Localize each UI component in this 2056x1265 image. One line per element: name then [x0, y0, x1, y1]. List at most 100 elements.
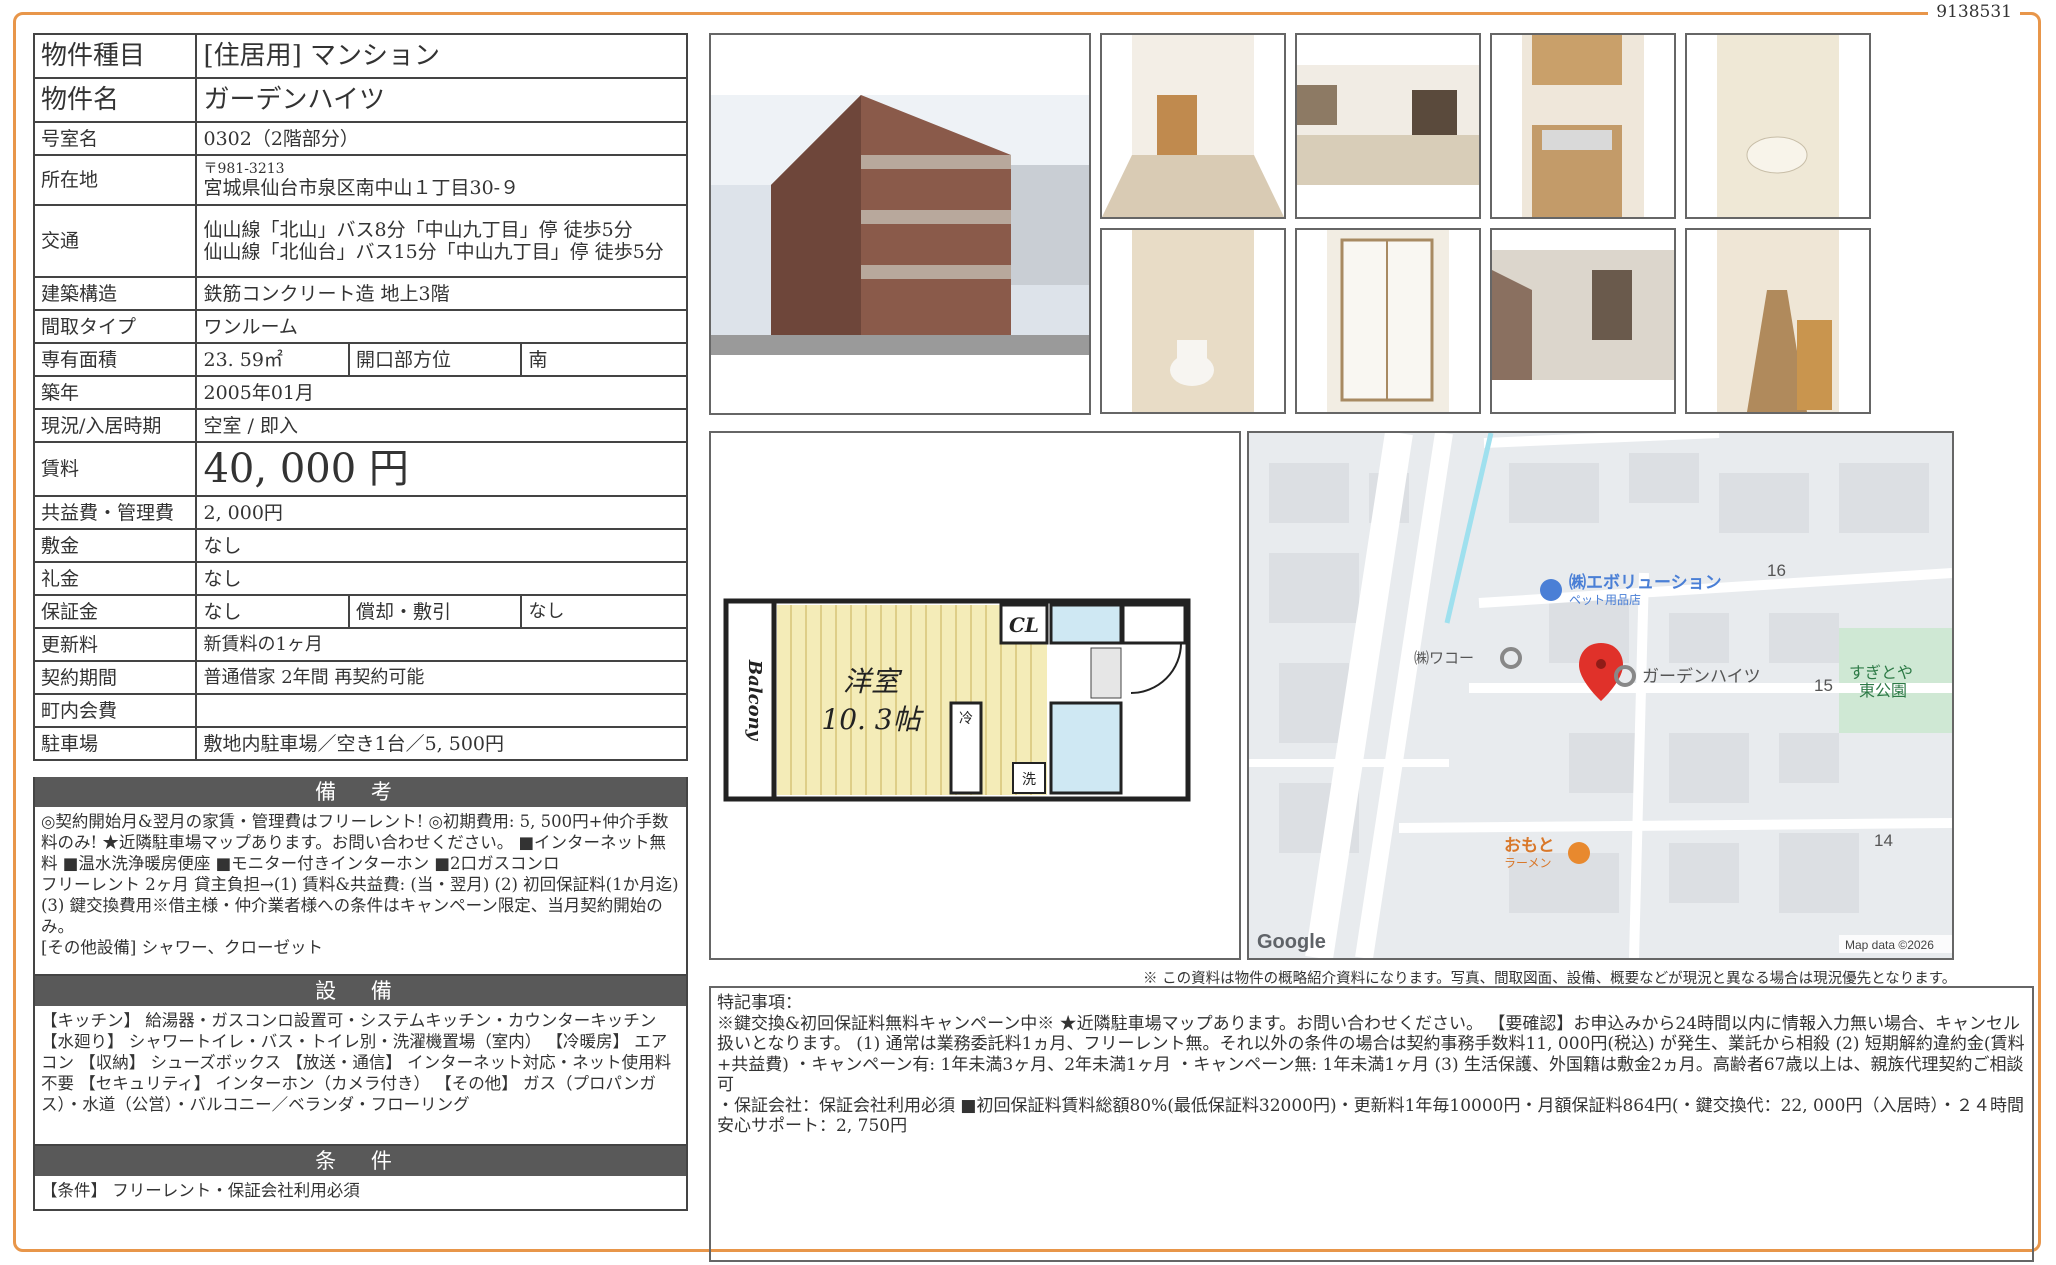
interior-photo-cabinet — [1295, 228, 1481, 414]
guarantee-value: なし — [195, 594, 350, 629]
structure-label: 建築構造 — [32, 276, 198, 311]
interior-photo-bathroom — [1685, 33, 1871, 219]
map-park-name-2: 東公園 — [1859, 682, 1907, 700]
area-label: 専有面積 — [32, 342, 198, 377]
closet-label: CL — [1009, 613, 1039, 637]
map-block-14: 14 — [1874, 831, 1893, 850]
map-block-16: 16 — [1767, 561, 1786, 580]
kitchen-image — [1522, 35, 1644, 217]
remarks-title: 備 考 — [35, 777, 686, 807]
direction-value: 南 — [520, 342, 688, 377]
window-room-image — [1297, 65, 1479, 185]
interior-photo-hallway — [1685, 228, 1871, 414]
special-notes-heading: 特記事項： — [717, 993, 802, 1013]
hallway-image — [1717, 230, 1839, 412]
deposit-label: 敷金 — [32, 528, 198, 563]
address-value: 宮城県仙台市泉区南中山１丁目30-９ — [203, 176, 520, 199]
special-notes-line-1: ※鍵交換&初回保証料無料キャンペーン中※ ★近隣駐車場マップあります。お問い合わ… — [717, 1013, 2025, 1096]
guarantee-label: 保証金 — [32, 594, 198, 629]
map-poi-evolution: ㈱エボリューション — [1569, 572, 1722, 592]
area-value: 23. 59㎡ — [195, 342, 350, 377]
built-value: 2005年01月 — [195, 375, 688, 410]
building-exterior-image — [711, 95, 1089, 355]
map-drawing: ㈱エボリューション ペット用品店 ㈱ワコー ガーデンハイツ おもと ラーメン す… — [1249, 433, 1952, 958]
interior-photo-balcony — [1490, 228, 1676, 414]
interior-photo-kitchen — [1490, 33, 1676, 219]
status-value: 空室 / 即入 — [195, 408, 688, 443]
map-block-15: 15 — [1814, 676, 1833, 695]
rent-label: 賃料 — [32, 441, 198, 497]
amortization-label: 償却・敷引 — [347, 594, 523, 629]
map-poi-garden-heights: ガーデンハイツ — [1642, 666, 1761, 686]
map-poi-omoto-sub: ラーメン — [1504, 856, 1552, 870]
property-spec-table: 物件種目 [住居用] マンション 物件名 ガーデンハイツ 号室名 0302（2階… — [32, 33, 688, 761]
zip-code: 〒981-3213 — [203, 160, 285, 177]
remarks-panel: 備 考 ◎契約開始月&翌月の家賃・管理費はフリーレント! ◎初期費用: 5, 5… — [33, 777, 688, 976]
fridge-label: 冷 — [959, 711, 973, 727]
name-value: ガーデンハイツ — [195, 77, 688, 123]
room-value: 0302（2階部分） — [195, 121, 688, 156]
interior-photo-room — [1100, 33, 1286, 219]
map-poi-evolution-sub: ペット用品店 — [1569, 593, 1641, 607]
bathroom-image — [1717, 35, 1839, 217]
layout-value: ワンルーム — [195, 309, 688, 344]
room-size: 10. 3帖 — [821, 703, 924, 736]
room-label: 号室名 — [32, 121, 198, 156]
renewal-label: 更新料 — [32, 627, 198, 662]
map-attribution: Map data ©2026 — [1845, 938, 1934, 952]
address-label: 所在地 — [32, 154, 198, 206]
transit-line-2: 仙山線「北仙台」バス15分「中山九丁目」停 徒歩5分 — [203, 241, 664, 263]
google-logo: Google — [1257, 931, 1326, 953]
contract-label: 契約期間 — [32, 660, 198, 695]
equipment-body: 【キッチン】 給湯器・ガスコンロ設置可・システムキッチン・カウンターキッチン 【… — [41, 1011, 672, 1114]
community-fee-value — [195, 693, 688, 728]
transit-line-1: 仙山線「北山」バス8分「中山九丁目」停 徒歩5分 — [203, 219, 633, 241]
address-cell: 〒981-3213 宮城県仙台市泉区南中山１丁目30-９ — [195, 154, 688, 206]
remarks-body: ◎契約開始月&翌月の家賃・管理費はフリーレント! ◎初期費用: 5, 500円+… — [35, 807, 686, 962]
room-name: 洋室 — [843, 665, 903, 698]
structure-value: 鉄筋コンクリート造 地上3階 — [195, 276, 688, 311]
special-notes-line-2: ・保証会社：保証会社利用必須 ■初回保証料賃料総額80%(最低保証料32000円… — [717, 1095, 2024, 1137]
remarks-line-1: ◎契約開始月&翌月の家賃・管理費はフリーレント! ◎初期費用: 5, 500円+… — [41, 812, 669, 873]
interior-photo-window — [1295, 33, 1481, 219]
name-label: 物件名 — [32, 77, 198, 123]
parking-value: 敷地内駐車場／空き1台／5, 500円 — [195, 726, 688, 761]
room-image — [1102, 35, 1284, 217]
rent-value: 40, 000 円 — [195, 441, 688, 497]
parking-label: 駐車場 — [32, 726, 198, 761]
disclaimer-notice: ※ この資料は物件の概略紹介資料になります。写真、間取図面、設備、概要などが現況… — [1143, 971, 1957, 987]
balcony-label: Balcony — [744, 659, 765, 742]
map-poi-omoto: おもと — [1504, 836, 1555, 855]
location-map[interactable]: ㈱エボリューション ペット用品店 ㈱ワコー ガーデンハイツ おもと ラーメン す… — [1247, 431, 1954, 960]
balcony-image — [1492, 250, 1674, 380]
conditions-title: 条 件 — [35, 1146, 686, 1176]
built-label: 築年 — [32, 375, 198, 410]
key-money-label: 礼金 — [32, 561, 198, 596]
layout-label: 間取タイプ — [32, 309, 198, 344]
amortization-value: なし — [520, 594, 688, 629]
map-park-name: すぎとや — [1849, 664, 1913, 682]
special-notes-box: 特記事項： ※鍵交換&初回保証料無料キャンペーン中※ ★近隣駐車場マップあります… — [709, 986, 2034, 1262]
building-exterior-photo — [709, 33, 1091, 415]
conditions-body: 【条件】 フリーレント・保証会社利用必須 — [41, 1181, 360, 1200]
renewal-value: 新賃料の1ヶ月 — [195, 627, 688, 662]
document-id: 9138531 — [1928, 2, 2020, 22]
map-poi-wako: ㈱ワコー — [1414, 650, 1474, 667]
fee-label: 共益費・管理費 — [32, 495, 198, 530]
interior-photo-toilet — [1100, 228, 1286, 414]
type-label: 物件種目 — [32, 33, 198, 79]
fee-value: 2, 000円 — [195, 495, 688, 530]
equipment-title: 設 備 — [35, 976, 686, 1006]
status-label: 現況/入居時期 — [32, 408, 198, 443]
equipment-panel: 設 備 【キッチン】 給湯器・ガスコンロ設置可・システムキッチン・カウンターキッ… — [33, 976, 688, 1146]
key-money-value: なし — [195, 561, 688, 596]
floor-plan-drawing: Balcony 洋室 10. 3帖 CL 冷 洗 — [723, 598, 1191, 802]
type-value: [住居用] マンション — [195, 33, 688, 79]
conditions-panel: 条 件 【条件】 フリーレント・保証会社利用必須 — [33, 1146, 688, 1211]
floor-plan-panel: Balcony 洋室 10. 3帖 CL 冷 洗 — [709, 431, 1241, 960]
toilet-image — [1132, 230, 1254, 412]
transit-cell: 仙山線「北山」バス8分「中山九丁目」停 徒歩5分 仙山線「北仙台」バス15分「中… — [195, 204, 688, 278]
contract-value: 普通借家 2年間 再契約可能 — [195, 660, 688, 695]
cabinet-image — [1327, 230, 1449, 412]
washer-label: 洗 — [1022, 772, 1036, 788]
